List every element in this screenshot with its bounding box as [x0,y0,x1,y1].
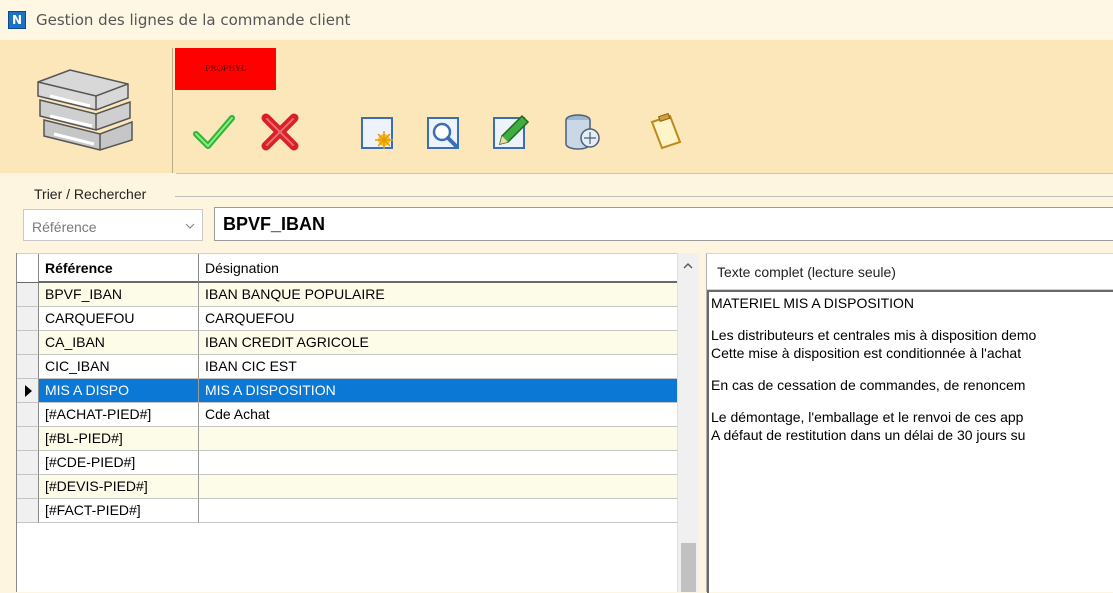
cell-reference[interactable]: MIS A DISPO [39,379,199,403]
sort-search-group-label: Trier / Rechercher [34,186,151,202]
clipboard-button[interactable] [638,104,690,160]
cell-designation[interactable] [199,499,679,523]
row-indicator[interactable] [17,379,39,403]
cell-reference[interactable]: CIC_IBAN [39,355,199,379]
row-indicator[interactable] [17,355,39,379]
table-row[interactable]: [#BL-PIED#] [17,427,679,451]
search-magnifier-icon [427,117,459,149]
table-row[interactable]: [#FACT-PIED#] [17,499,679,523]
clipboard-icon [650,112,682,150]
cell-designation[interactable]: CARQUEFOU [199,307,679,331]
current-row-arrow-icon [25,385,32,397]
search-input[interactable]: BPVF_IBAN [214,207,1113,241]
table-row[interactable]: CARQUEFOU CARQUEFOU [17,307,679,331]
column-header-designation[interactable]: Désignation [199,254,679,282]
validate-button[interactable] [188,104,240,160]
validate-check-icon [193,115,235,149]
database-button[interactable] [556,104,608,160]
sort-field-select[interactable]: Référence [23,209,203,241]
cell-designation[interactable]: IBAN CREDIT AGRICOLE [199,331,679,355]
full-text-line: Cette mise à disposition est conditionné… [711,345,1022,361]
row-indicator[interactable] [17,499,39,523]
window-title: Gestion des lignes de la commande client [36,11,351,29]
search-button[interactable] [418,104,470,160]
full-text-line: Le démontage, l'emballage et le renvoi d… [711,409,1024,425]
cell-designation[interactable] [199,475,679,499]
table-row[interactable]: [#ACHAT-PIED#] Cde Achat [17,403,679,427]
group-frame-line [175,196,1113,197]
table-row[interactable]: [#CDE-PIED#] [17,451,679,475]
header-indicator-cell [17,254,39,282]
column-header-reference[interactable]: Référence [39,254,199,282]
row-indicator[interactable] [17,427,39,451]
cell-designation[interactable]: Cde Achat [199,403,679,427]
books-logo-icon [10,62,170,172]
row-indicator[interactable] [17,283,39,307]
toolbar-bottom-divider [176,173,1113,174]
edit-pencil-icon [493,114,530,149]
scrollbar-thumb[interactable] [681,543,696,592]
table-row[interactable]: CIC_IBAN IBAN CIC EST [17,355,679,379]
title-bar: N Gestion des lignes de la commande clie… [0,0,1113,40]
cell-reference[interactable]: CARQUEFOU [39,307,199,331]
cell-designation[interactable]: MIS A DISPOSITION [199,379,679,403]
scroll-up-arrow-icon[interactable] [683,262,693,270]
cancel-x-icon [261,113,299,151]
vertical-scrollbar[interactable] [677,253,699,592]
cell-designation[interactable]: IBAN BANQUE POPULAIRE [199,283,679,307]
full-text-line [711,362,1113,376]
full-text-line: A défaut de restitution dans un délai de… [711,427,1026,443]
app-icon: N [8,11,26,29]
full-text-line: Les distributeurs et centrales mis à dis… [711,327,1037,343]
full-text-line [711,312,1113,326]
full-text-line: En cas de cessation de commandes, de ren… [711,377,1026,393]
cell-designation[interactable]: IBAN CIC EST [199,355,679,379]
cell-reference[interactable]: [#BL-PIED#] [39,427,199,451]
database-icon [565,114,600,150]
references-grid: Référence Désignation BPVF_IBAN IBAN BANQ… [16,253,699,592]
cancel-button[interactable] [254,104,306,160]
full-text-content: MATERIEL MIS A DISPOSITION Les distribute… [711,294,1113,444]
sort-field-value: Référence [32,219,97,235]
new-document-button[interactable] [352,104,404,160]
full-text-line [711,394,1113,408]
table-row[interactable]: CA_IBAN IBAN CREDIT AGRICOLE [17,331,679,355]
toolbar-separator [172,48,173,173]
grid-header: Référence Désignation [17,253,679,283]
new-document-icon [361,117,393,149]
cell-reference[interactable]: BPVF_IBAN [39,283,199,307]
prophyl-badge: PROPHYL [175,48,276,90]
cell-designation[interactable] [199,451,679,475]
row-indicator[interactable] [17,331,39,355]
cell-reference[interactable]: [#ACHAT-PIED#] [39,403,199,427]
cell-designation[interactable] [199,427,679,451]
row-indicator[interactable] [17,403,39,427]
chevron-down-icon [185,223,195,229]
table-row[interactable]: MIS A DISPO MIS A DISPOSITION [17,379,679,403]
row-indicator[interactable] [17,451,39,475]
cell-reference[interactable]: [#CDE-PIED#] [39,451,199,475]
table-row[interactable]: [#DEVIS-PIED#] [17,475,679,499]
full-text-line: MATERIEL MIS A DISPOSITION [711,295,915,311]
full-text-panel: Texte complet (lecture seule) MATERIEL M… [706,253,1113,593]
full-text-header: Texte complet (lecture seule) [707,254,1113,290]
cell-reference[interactable]: [#DEVIS-PIED#] [39,475,199,499]
edit-button[interactable] [484,104,536,160]
row-indicator[interactable] [17,307,39,331]
table-row[interactable]: BPVF_IBAN IBAN BANQUE POPULAIRE [17,283,679,307]
row-indicator[interactable] [17,475,39,499]
cell-reference[interactable]: CA_IBAN [39,331,199,355]
cell-reference[interactable]: [#FACT-PIED#] [39,499,199,523]
